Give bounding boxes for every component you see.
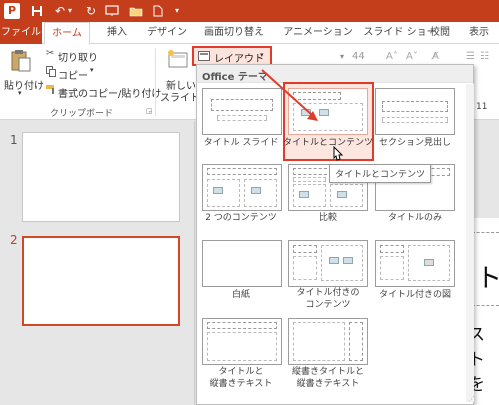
annotation-arrow bbox=[261, 69, 318, 121]
mouse-cursor-icon bbox=[333, 146, 344, 161]
